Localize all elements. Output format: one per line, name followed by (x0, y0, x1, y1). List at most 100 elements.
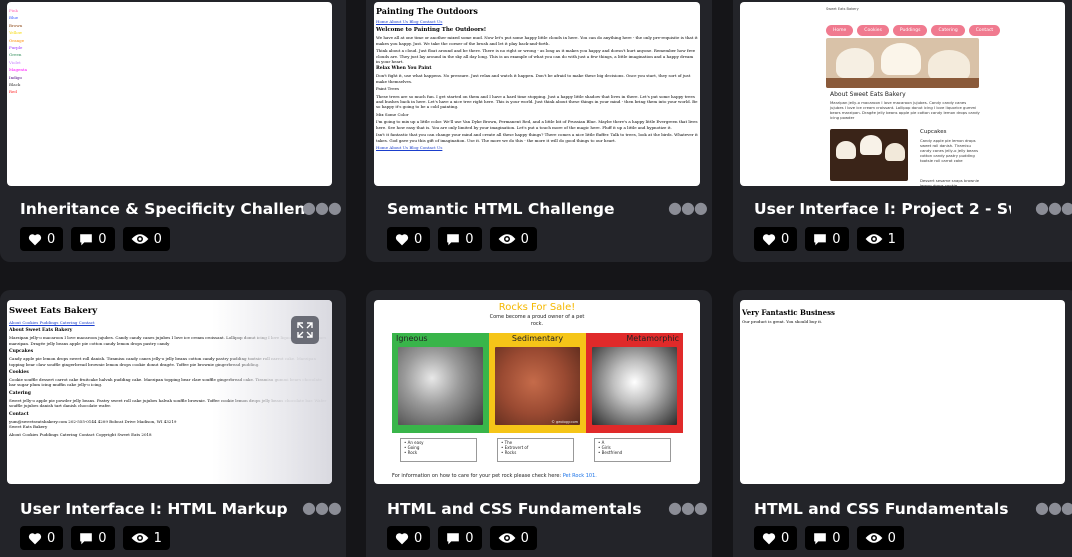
comments-stat: 0 (71, 526, 115, 550)
project-card[interactable]: Pink Blue Brown Yellow Orange Purple Green Viol… (0, 0, 346, 262)
rock-column-metamorphic: Metamorphic (586, 333, 683, 433)
preview-paragraph: Think about a cloud. Just float around a… (376, 48, 696, 65)
color-list: Pink Blue Brown Yellow Orange Purple Green Viol… (9, 7, 27, 96)
more-options-icon[interactable]: ●●● (1035, 198, 1072, 217)
rock-column-sedimentary: Sedimentary © geology.com (489, 333, 586, 433)
color-list-item: Pink (9, 8, 18, 13)
rock-list-item: • Rocks (501, 450, 517, 455)
color-list-item: Red (9, 89, 17, 95)
project-thumbnail[interactable]: Sweet Eats Bakery Home Cookies Puddings Cat… (740, 2, 1065, 186)
rock-column-heading: Sedimentary (511, 334, 564, 343)
color-list-item: Indigo (9, 74, 22, 80)
eye-icon (865, 533, 882, 543)
comment-icon (814, 233, 827, 245)
views-count: 0 (520, 231, 529, 247)
project-thumbnail[interactable]: Very Fantastic Business Our product is g… (740, 300, 1065, 484)
project-title[interactable]: User Interface I: Project 2 - Sweet E... (754, 200, 1011, 218)
project-card[interactable]: Sweet Eats Bakery About Cookies Puddings… (0, 290, 346, 557)
preview-h2: Welcome to Painting The Outdoors! (376, 27, 487, 34)
comments-stat: 0 (71, 227, 115, 251)
project-title[interactable]: Semantic HTML Challenge (387, 200, 667, 218)
likes-count: 0 (414, 231, 423, 247)
heart-icon (28, 532, 42, 544)
comments-stat: 0 (805, 526, 849, 550)
project-stats: 0 0 0 (754, 526, 904, 550)
image-credit: © geology.com (551, 420, 578, 424)
preview-heading: Rocks For Sale! (498, 302, 576, 313)
rock-list: • A • Girls • Bestfriend (594, 438, 671, 462)
preview-about-text: Marzipan jelly-o macaroon I love macaroo… (830, 100, 980, 120)
views-stat: 1 (856, 227, 904, 251)
preview-heading: Very Fantastic Business (742, 308, 835, 317)
likes-stat: 0 (387, 227, 431, 251)
eye-icon (498, 533, 515, 543)
preview-subheading: Come become a proud owner of a pet rock. (489, 314, 585, 327)
color-list-item: Violet (9, 59, 21, 65)
project-title[interactable]: Inheritance & Specificity Challenge! (20, 200, 305, 218)
color-list-item: Green (9, 52, 22, 58)
more-options-icon[interactable]: ●●● (1035, 498, 1072, 517)
project-card[interactable]: Rocks For Sale! Come become a proud owne… (366, 290, 712, 557)
likes-stat: 0 (754, 526, 798, 550)
project-stats: 0 0 0 (20, 227, 170, 251)
comment-icon (80, 233, 93, 245)
preview-footer-text: For information on how to care for your … (392, 473, 562, 479)
heart-icon (762, 233, 776, 245)
rock-image (398, 347, 483, 425)
eye-icon (865, 234, 882, 244)
preview-nav: Home Cookies Puddings Catering Contact (824, 16, 1002, 36)
project-thumbnail[interactable]: Painting The Outdoors Home About Us Blog… (374, 2, 700, 186)
project-stats: 0 0 0 (387, 526, 537, 550)
project-title[interactable]: HTML and CSS Fundamentals (387, 500, 667, 518)
views-stat: 1 (122, 526, 170, 550)
likes-stat: 0 (387, 526, 431, 550)
cupcake-image (830, 129, 908, 181)
views-stat: 0 (122, 227, 170, 251)
comments-stat: 0 (438, 526, 482, 550)
preview-h3: Relax When You Paint (376, 66, 432, 72)
project-card[interactable]: Sweet Eats Bakery Home Cookies Puddings Cat… (733, 0, 1072, 262)
project-thumbnail[interactable]: Rocks For Sale! Come become a proud owne… (374, 300, 700, 484)
views-count: 0 (153, 231, 162, 247)
project-title[interactable]: User Interface I: HTML Markup (20, 500, 305, 518)
more-options-icon[interactable]: ●●● (302, 198, 342, 217)
color-list-item: Brown (9, 22, 23, 28)
more-options-icon[interactable]: ●●● (302, 498, 342, 517)
preview-paragraph: Isn't it fantastic that you can change y… (376, 132, 698, 143)
comments-stat: 0 (438, 227, 482, 251)
views-count: 0 (887, 530, 896, 546)
expand-button[interactable] (291, 316, 319, 344)
preview-paragraph: We have all at one time or another mixed… (376, 35, 698, 46)
likes-stat: 0 (20, 526, 64, 550)
eye-icon (131, 234, 148, 244)
rock-image (495, 347, 580, 425)
project-thumbnail[interactable]: Sweet Eats Bakery About Cookies Puddings… (7, 300, 332, 484)
preview-text: Our product is great. You should buy it. (742, 319, 823, 324)
project-card[interactable]: Very Fantastic Business Our product is g… (733, 290, 1072, 557)
rock-column-igneous: Igneous (392, 333, 489, 433)
views-stat: 0 (856, 526, 904, 550)
color-list-item: Orange (9, 37, 25, 43)
comment-icon (814, 532, 827, 544)
project-stats: 0 0 1 (20, 526, 170, 550)
preview-nav-pill: Cookies (857, 25, 889, 36)
more-options-icon[interactable]: ●●● (668, 198, 708, 217)
heart-icon (395, 532, 409, 544)
project-thumbnail[interactable]: Pink Blue Brown Yellow Orange Purple Green Viol… (7, 2, 332, 186)
project-title[interactable]: HTML and CSS Fundamentals (754, 500, 1034, 518)
expand-icon (297, 322, 313, 338)
preview-about-title: About Sweet Eats Bakery (830, 91, 906, 98)
preview-dessert-text: Dessert sesame snaps brownie lemon drops… (920, 178, 980, 186)
eye-icon (498, 234, 515, 244)
preview-cupcakes-title: Cupcakes (920, 129, 947, 135)
heart-icon (762, 532, 776, 544)
more-options-icon[interactable]: ●●● (668, 498, 708, 517)
project-stats: 0 0 0 (387, 227, 537, 251)
likes-count: 0 (47, 530, 56, 546)
comment-icon (447, 233, 460, 245)
rock-list-item: • Bestfriend (598, 450, 623, 455)
project-card[interactable]: Painting The Outdoors Home About Us Blog… (366, 0, 712, 262)
project-stats: 0 0 1 (754, 227, 904, 251)
likes-stat: 0 (20, 227, 64, 251)
preview-footer: For information on how to care for your … (392, 473, 597, 479)
